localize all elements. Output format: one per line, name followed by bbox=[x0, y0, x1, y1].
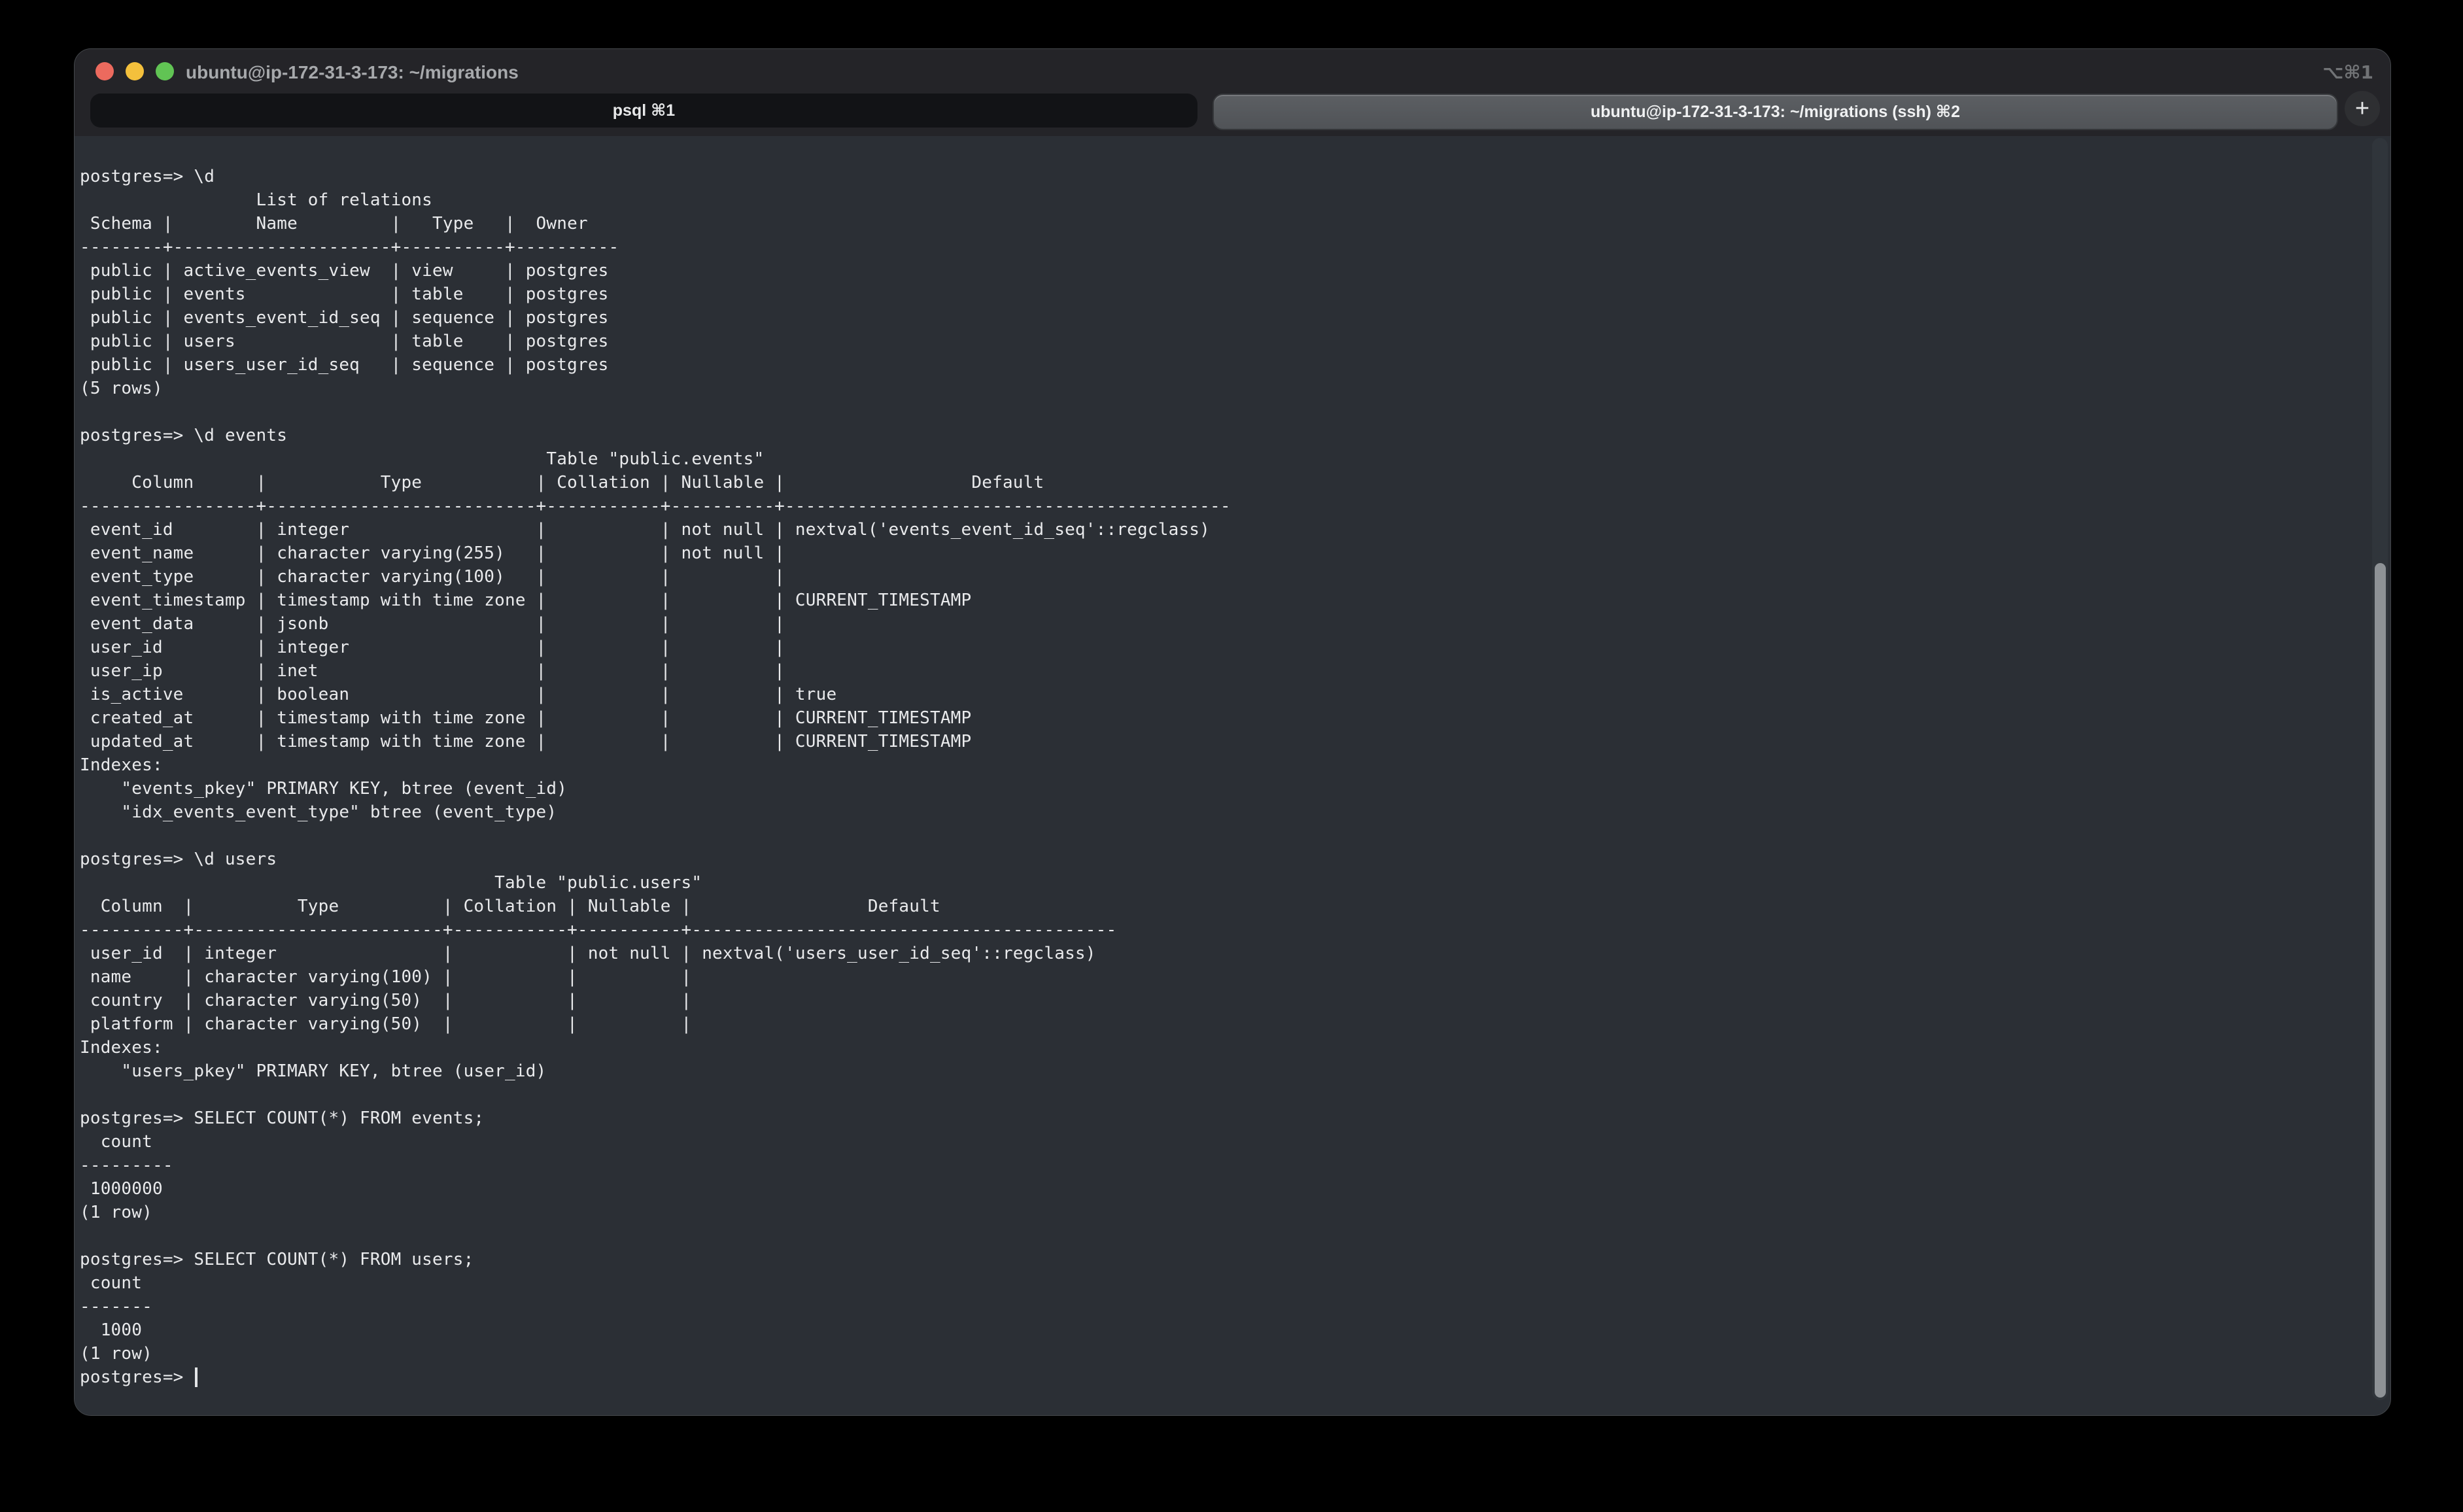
tab-bar: psql ⌘1 ubuntu@ip-172-31-3-173: ~/migrat… bbox=[75, 94, 2390, 136]
window-chrome: ubuntu@ip-172-31-3-173: ~/migrations ⌥⌘1… bbox=[75, 49, 2390, 136]
terminal-window: ubuntu@ip-172-31-3-173: ~/migrations ⌥⌘1… bbox=[74, 48, 2391, 1416]
desktop-background: ubuntu@ip-172-31-3-173: ~/migrations ⌥⌘1… bbox=[0, 0, 2463, 1512]
text-cursor bbox=[195, 1367, 198, 1387]
terminal-output: postgres=> \d List of relations Schema |… bbox=[80, 165, 2364, 1366]
new-tab-button[interactable]: + bbox=[2345, 91, 2380, 126]
tab-psql-label: psql ⌘1 bbox=[613, 101, 675, 120]
plus-icon: + bbox=[2355, 96, 2369, 121]
tab-ssh-migrations-label: ubuntu@ip-172-31-3-173: ~/migrations (ss… bbox=[1591, 102, 1960, 122]
titlebar: ubuntu@ip-172-31-3-173: ~/migrations ⌥⌘1 bbox=[75, 49, 2390, 94]
terminal-prompt-line: postgres=> bbox=[80, 1366, 2364, 1389]
scrollbar-thumb[interactable] bbox=[2375, 563, 2386, 1398]
tab-ssh-migrations[interactable]: ubuntu@ip-172-31-3-173: ~/migrations (ss… bbox=[1213, 94, 2338, 130]
window-title: ubuntu@ip-172-31-3-173: ~/migrations bbox=[186, 49, 519, 94]
close-window-button[interactable] bbox=[95, 62, 114, 80]
terminal-content[interactable]: postgres=> \d List of relations Schema |… bbox=[75, 136, 2390, 1415]
titlebar-shortcut-label: ⌥⌘1 bbox=[2322, 49, 2373, 94]
terminal-scrollback: postgres=> \d List of relations Schema |… bbox=[80, 165, 2364, 1389]
terminal-prompt: postgres=> bbox=[80, 1366, 194, 1389]
traffic-lights bbox=[95, 62, 174, 80]
tab-psql[interactable]: psql ⌘1 bbox=[90, 94, 1197, 128]
zoom-window-button[interactable] bbox=[156, 62, 174, 80]
minimize-window-button[interactable] bbox=[126, 62, 144, 80]
